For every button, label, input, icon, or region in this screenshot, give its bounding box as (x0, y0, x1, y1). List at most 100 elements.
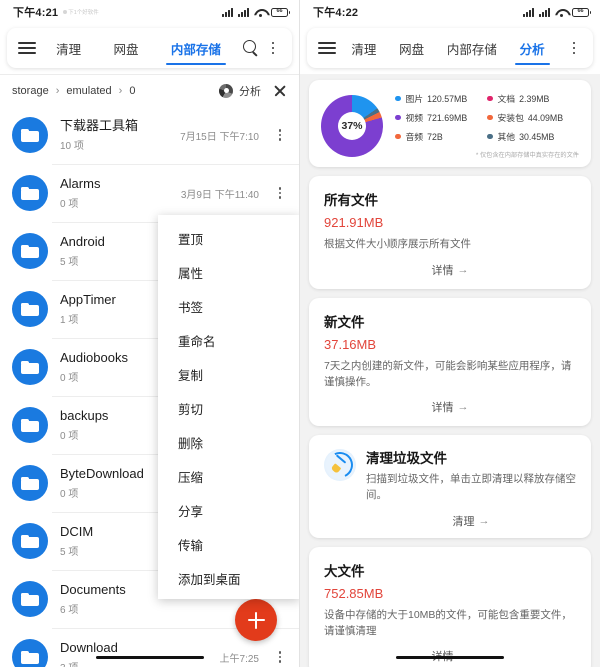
card-title: 清理垃圾文件 (366, 447, 576, 467)
status-watermark: 下1个好软件 (63, 8, 99, 16)
table-row[interactable]: Alarms 0 项 3月9日 下午11:40 (0, 164, 299, 222)
add-button[interactable] (235, 599, 277, 641)
tab-netdisk[interactable]: 网盘 (397, 28, 426, 68)
card-size: 921.91MB (324, 215, 576, 230)
tab-bar-right: 清理 网盘 内部存储 分析 (307, 28, 593, 68)
tab-internal-storage[interactable]: 内部存储 (445, 28, 499, 68)
top-bar-left: 清理 网盘 内部存储 (0, 24, 299, 74)
menu-item-add-to-desktop[interactable]: 添加到桌面 (158, 561, 300, 595)
close-icon[interactable] (272, 83, 287, 98)
all-files-card[interactable]: 所有文件 921.91MB 根据文件大小顺序展示所有文件 详情 → (309, 176, 591, 289)
analyze-button[interactable]: 分析 (239, 83, 261, 99)
card-size: 37.16MB (324, 337, 576, 352)
file-count: 0 项 (60, 195, 181, 210)
card-description: 根据文件大小顺序展示所有文件 (324, 237, 576, 253)
new-files-card[interactable]: 新文件 37.16MB 7天之内创建的新文件，可能会影响某些应用程序，请谨慎操作… (309, 298, 591, 427)
status-time: 下午4:21 (13, 4, 58, 20)
wifi-icon (254, 8, 266, 17)
signal-bars-2-icon (238, 8, 249, 17)
menu-item-pin[interactable]: 置顶 (158, 221, 300, 255)
left-phone-screen: 下午4:21 下1个好软件 66 清理 网盘 内部存储 (0, 0, 300, 667)
legend-label: 视频 (406, 111, 424, 124)
context-menu[interactable]: 置顶 属性 书签 重命名 复制 剪切 删除 压缩 分享 传输 添加到桌面 (158, 215, 300, 599)
menu-item-compress[interactable]: 压缩 (158, 459, 300, 493)
menu-item-bookmark[interactable]: 书签 (158, 289, 300, 323)
plus-icon (248, 612, 265, 629)
watermark-dot-icon (63, 10, 67, 14)
status-bar-left: 下午4:21 下1个好软件 66 (0, 0, 299, 24)
legend-label: 其他 (498, 130, 516, 143)
battery-level: 66 (577, 9, 583, 15)
tab-bar-left: 清理 网盘 内部存储 (7, 28, 292, 68)
menu-item-cut[interactable]: 剪切 (158, 391, 300, 425)
menu-item-rename[interactable]: 重命名 (158, 323, 300, 357)
row-overflow-icon[interactable] (273, 129, 287, 141)
file-info: 下载器工具箱 10 项 (60, 118, 180, 152)
details-button[interactable]: 详情 → (324, 399, 576, 415)
legend-dot-icon (395, 115, 401, 121)
overflow-menu-icon[interactable] (265, 42, 281, 55)
legend-label: 音频 (406, 130, 424, 143)
breadcrumb-item-storage[interactable]: storage (12, 85, 49, 97)
clean-junk-card[interactable]: 清理垃圾文件 扫描到垃圾文件，单击立即清理以释放存储空间。 清理 → (309, 435, 591, 538)
legend-item: 其他 30.45MB (487, 130, 579, 143)
battery-icon: 66 (271, 8, 288, 17)
storage-summary-card: 37% 图片 120.57MB 视频 (309, 80, 591, 167)
folder-icon (12, 407, 48, 443)
details-label: 详情 (432, 262, 454, 278)
menu-item-transfer[interactable]: 传输 (158, 527, 300, 561)
tab-list-left: 清理 网盘 内部存储 (36, 28, 241, 68)
search-icon[interactable] (243, 40, 259, 56)
file-time: 7月15日 下午7:10 (180, 128, 273, 143)
card-title: 所有文件 (324, 189, 576, 209)
menu-icon[interactable] (18, 42, 36, 54)
right-phone-screen: 下午4:22 66 清理 网盘 内部存储 分析 (300, 0, 600, 667)
legend-column-left: 图片 120.57MB 视频 721.69MB 音频 (395, 92, 487, 149)
legend-value: 721.69MB (427, 113, 467, 123)
row-overflow-icon[interactable] (273, 187, 287, 199)
battery-icon: 66 (572, 8, 589, 17)
file-time: 3月9日 下午11:40 (181, 186, 273, 201)
signal-bars-2-icon (539, 8, 550, 17)
clean-card-body: 清理垃圾文件 扫描到垃圾文件，单击立即清理以释放存储空间。 清理 → (366, 447, 576, 529)
analysis-panel: 37% 图片 120.57MB 视频 (300, 74, 600, 667)
status-bar-right: 下午4:22 66 (300, 0, 600, 24)
tab-analysis[interactable]: 分析 (518, 28, 547, 68)
breadcrumb-actions: 分析 (219, 83, 287, 99)
menu-item-delete[interactable]: 删除 (158, 425, 300, 459)
legend-item: 音频 72B (395, 130, 487, 143)
legend-label: 安装包 (498, 111, 524, 124)
menu-item-properties[interactable]: 属性 (158, 255, 300, 289)
menu-item-copy[interactable]: 复制 (158, 357, 300, 391)
card-title: 大文件 (324, 560, 576, 580)
file-info: Download 3 项 (60, 640, 220, 667)
screenshot-root: 下午4:21 下1个好软件 66 清理 网盘 内部存储 (0, 0, 600, 667)
breadcrumb-item-0[interactable]: 0 (129, 85, 135, 97)
tab-clean[interactable]: 清理 (54, 28, 83, 68)
breadcrumb-separator: › (119, 85, 123, 97)
legend-value: 44.09MB (528, 113, 563, 123)
status-time: 下午4:22 (313, 4, 358, 20)
legend-column-right: 文档 2.39MB 安装包 44.09MB 其他 3 (487, 92, 579, 149)
breadcrumb-item-emulated[interactable]: emulated (66, 85, 111, 97)
arrow-right-icon: → (458, 401, 469, 413)
large-files-card[interactable]: 大文件 752.85MB 设备中存储的大于10MB的文件，可能包含重要文件，请谨… (309, 547, 591, 667)
tab-internal-storage[interactable]: 内部存储 (169, 28, 223, 68)
clean-button[interactable]: 清理 → (366, 513, 576, 529)
card-description: 扫描到垃圾文件，单击立即清理以释放存储空间。 (366, 472, 576, 504)
tab-clean[interactable]: 清理 (349, 28, 378, 68)
top-bar-right: 清理 网盘 内部存储 分析 (300, 24, 600, 74)
overflow-menu-icon[interactable] (566, 42, 582, 55)
card-size: 752.85MB (324, 586, 576, 601)
tab-netdisk[interactable]: 网盘 (111, 28, 140, 68)
menu-icon[interactable] (318, 42, 336, 54)
legend-value: 120.57MB (427, 94, 467, 104)
menu-item-share[interactable]: 分享 (158, 493, 300, 527)
status-indicators: 66 (222, 8, 288, 17)
details-button[interactable]: 详情 → (324, 262, 576, 278)
legend-value: 72B (427, 132, 443, 142)
row-overflow-icon[interactable] (273, 651, 287, 663)
file-time: 上午7:25 (220, 650, 273, 665)
table-row[interactable]: 下载器工具箱 10 项 7月15日 下午7:10 (0, 106, 299, 164)
home-indicator (96, 656, 204, 659)
